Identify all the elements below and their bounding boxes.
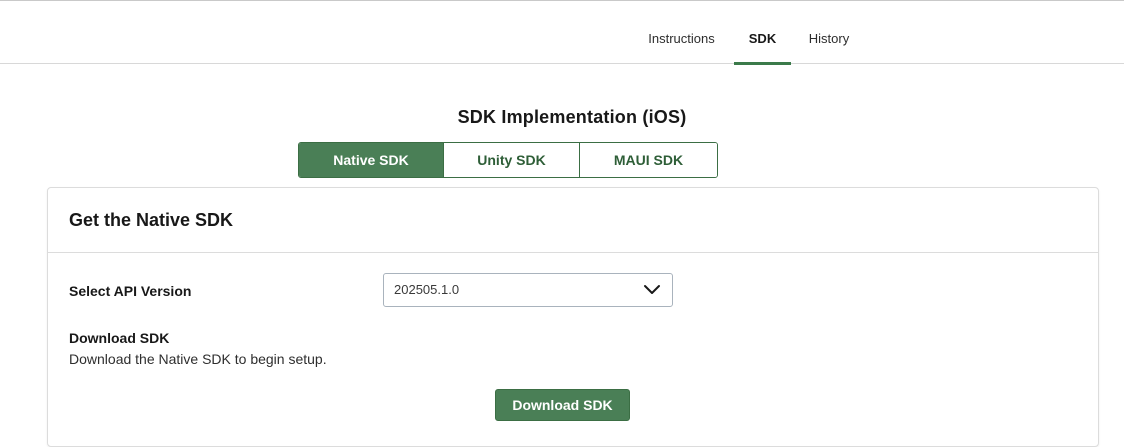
download-sdk-heading: Download SDK xyxy=(69,330,170,346)
tab-history[interactable]: History xyxy=(807,1,851,64)
chevron-down-icon xyxy=(644,285,660,294)
maui-sdk-label: MAUI SDK xyxy=(613,152,684,168)
unity-sdk-label: Unity SDK xyxy=(477,152,546,168)
api-version-select[interactable]: 202505.1.0 xyxy=(383,273,673,307)
card-title: Get the Native SDK xyxy=(69,210,234,230)
tab-sdk-label: SDK xyxy=(748,31,777,46)
tab-instructions-label: Instructions xyxy=(648,31,715,46)
api-version-value: 202505.1.0 xyxy=(394,282,460,297)
active-tab-indicator xyxy=(734,62,791,65)
download-sdk-description: Download the Native SDK to begin setup. xyxy=(69,351,327,367)
page-title: SDK Implementation (iOS) xyxy=(457,107,687,127)
maui-sdk-option[interactable]: MAUI SDK xyxy=(579,143,717,177)
card-header: Get the Native SDK xyxy=(48,188,1098,253)
native-sdk-label: Native SDK xyxy=(333,152,409,168)
tab-bar: Instructions SDK History xyxy=(0,1,1124,65)
native-sdk-option[interactable]: Native SDK xyxy=(299,143,443,177)
unity-sdk-option[interactable]: Unity SDK xyxy=(443,143,579,177)
native-sdk-card: Get the Native SDK Select API Version 20… xyxy=(47,187,1099,447)
sdk-type-selector: Native SDK Unity SDK MAUI SDK xyxy=(298,142,718,178)
tab-instructions[interactable]: Instructions xyxy=(645,1,718,64)
tab-sdk[interactable]: SDK xyxy=(734,1,791,65)
tab-history-label: History xyxy=(808,31,850,46)
download-sdk-button-label: Download SDK xyxy=(512,397,613,413)
api-version-label: Select API Version xyxy=(69,283,192,299)
download-sdk-button[interactable]: Download SDK xyxy=(495,389,630,421)
